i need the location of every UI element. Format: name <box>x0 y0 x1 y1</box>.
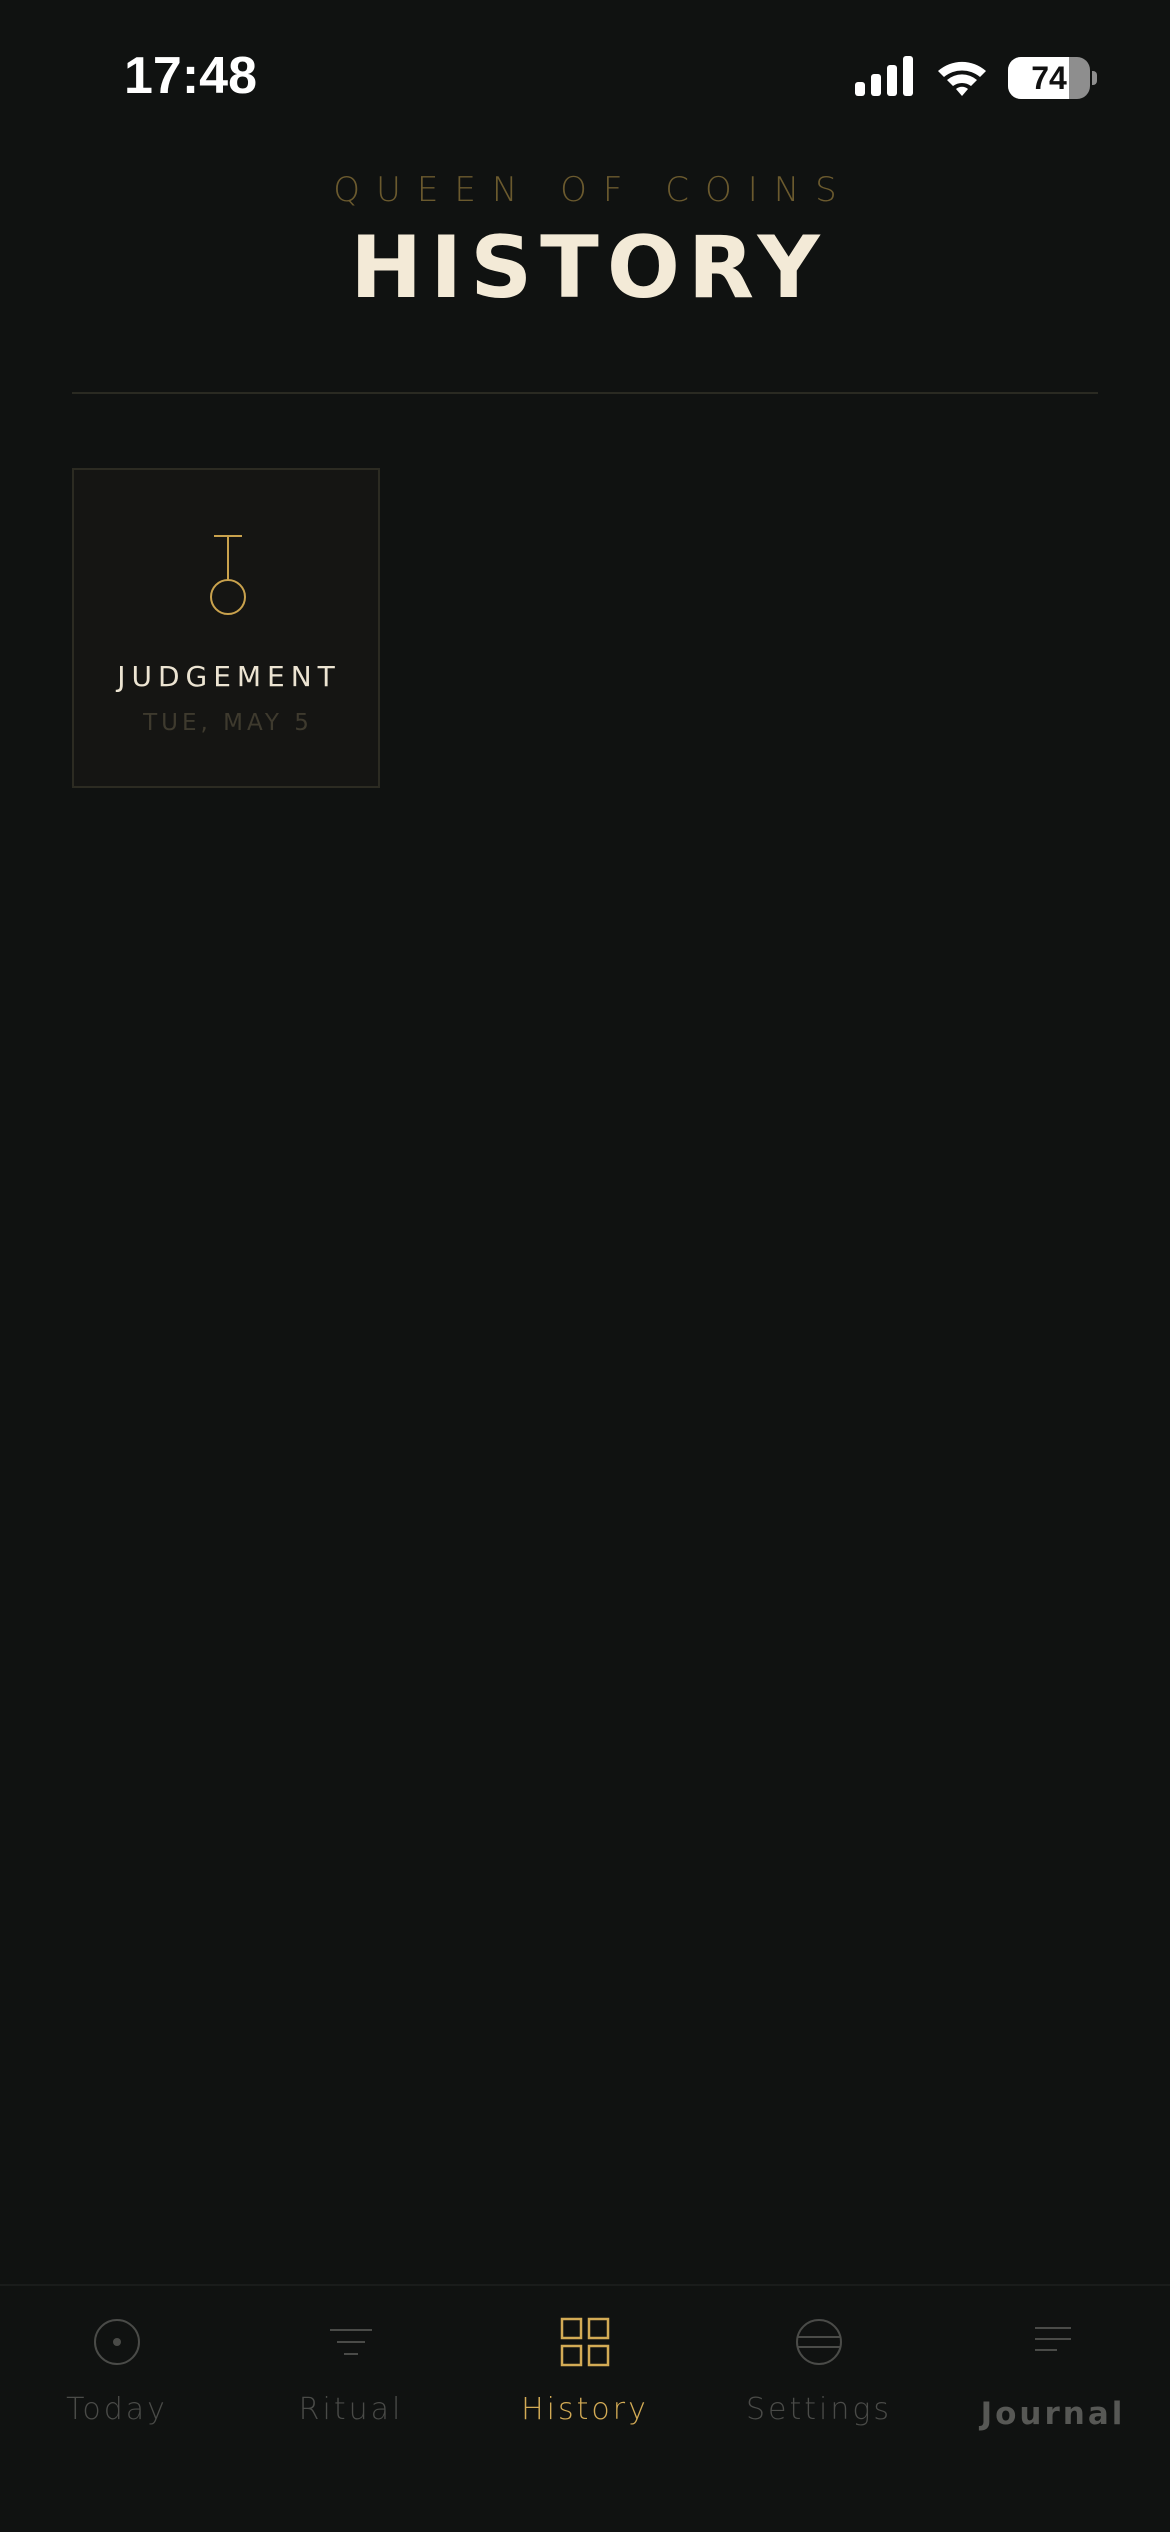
tab-label-ritual: Ritual <box>298 2392 404 2427</box>
status-time: 17:48 <box>124 47 257 105</box>
battery-percentage: 74 <box>1031 59 1067 96</box>
battery-icon: 74 <box>1008 57 1090 99</box>
card-date: TUE, MAY 5 <box>143 710 313 736</box>
text-lines-icon <box>1035 2327 1071 2351</box>
header-divider <box>72 392 1098 394</box>
card-name: JUDGEMENT <box>117 660 341 693</box>
tab-bar: Today Ritual History Settings Journal <box>0 2284 1170 2532</box>
circle-lines-icon <box>796 2319 842 2365</box>
tab-label-journal: Journal <box>980 2396 1126 2432</box>
tab-label-history: History <box>521 2392 649 2427</box>
judgement-glyph-icon <box>210 535 246 615</box>
tab-today[interactable]: Today <box>0 2286 234 2486</box>
wifi-icon <box>938 61 986 96</box>
history-screen: 17:48 74 QUEEN OF COINS HISTORY JUDGEMEN… <box>0 0 1170 2532</box>
tab-label-settings: Settings <box>745 2392 892 2427</box>
battery-nub <box>1092 71 1097 85</box>
deck-subtitle: QUEEN OF COINS <box>333 170 853 210</box>
tab-settings[interactable]: Settings <box>702 2286 936 2486</box>
cellular-signal-icon <box>855 56 913 96</box>
page-title: HISTORY <box>350 218 828 318</box>
dot-circle-icon <box>94 2319 140 2365</box>
grid-icon <box>560 2317 610 2367</box>
history-card[interactable]: JUDGEMENT TUE, MAY 5 <box>72 468 380 788</box>
tab-journal[interactable]: Journal <box>936 2286 1170 2486</box>
tab-label-today: Today <box>66 2392 168 2427</box>
tab-history[interactable]: History <box>468 2286 702 2486</box>
tab-ritual[interactable]: Ritual <box>234 2286 468 2486</box>
lines-funnel-icon <box>330 2329 372 2355</box>
